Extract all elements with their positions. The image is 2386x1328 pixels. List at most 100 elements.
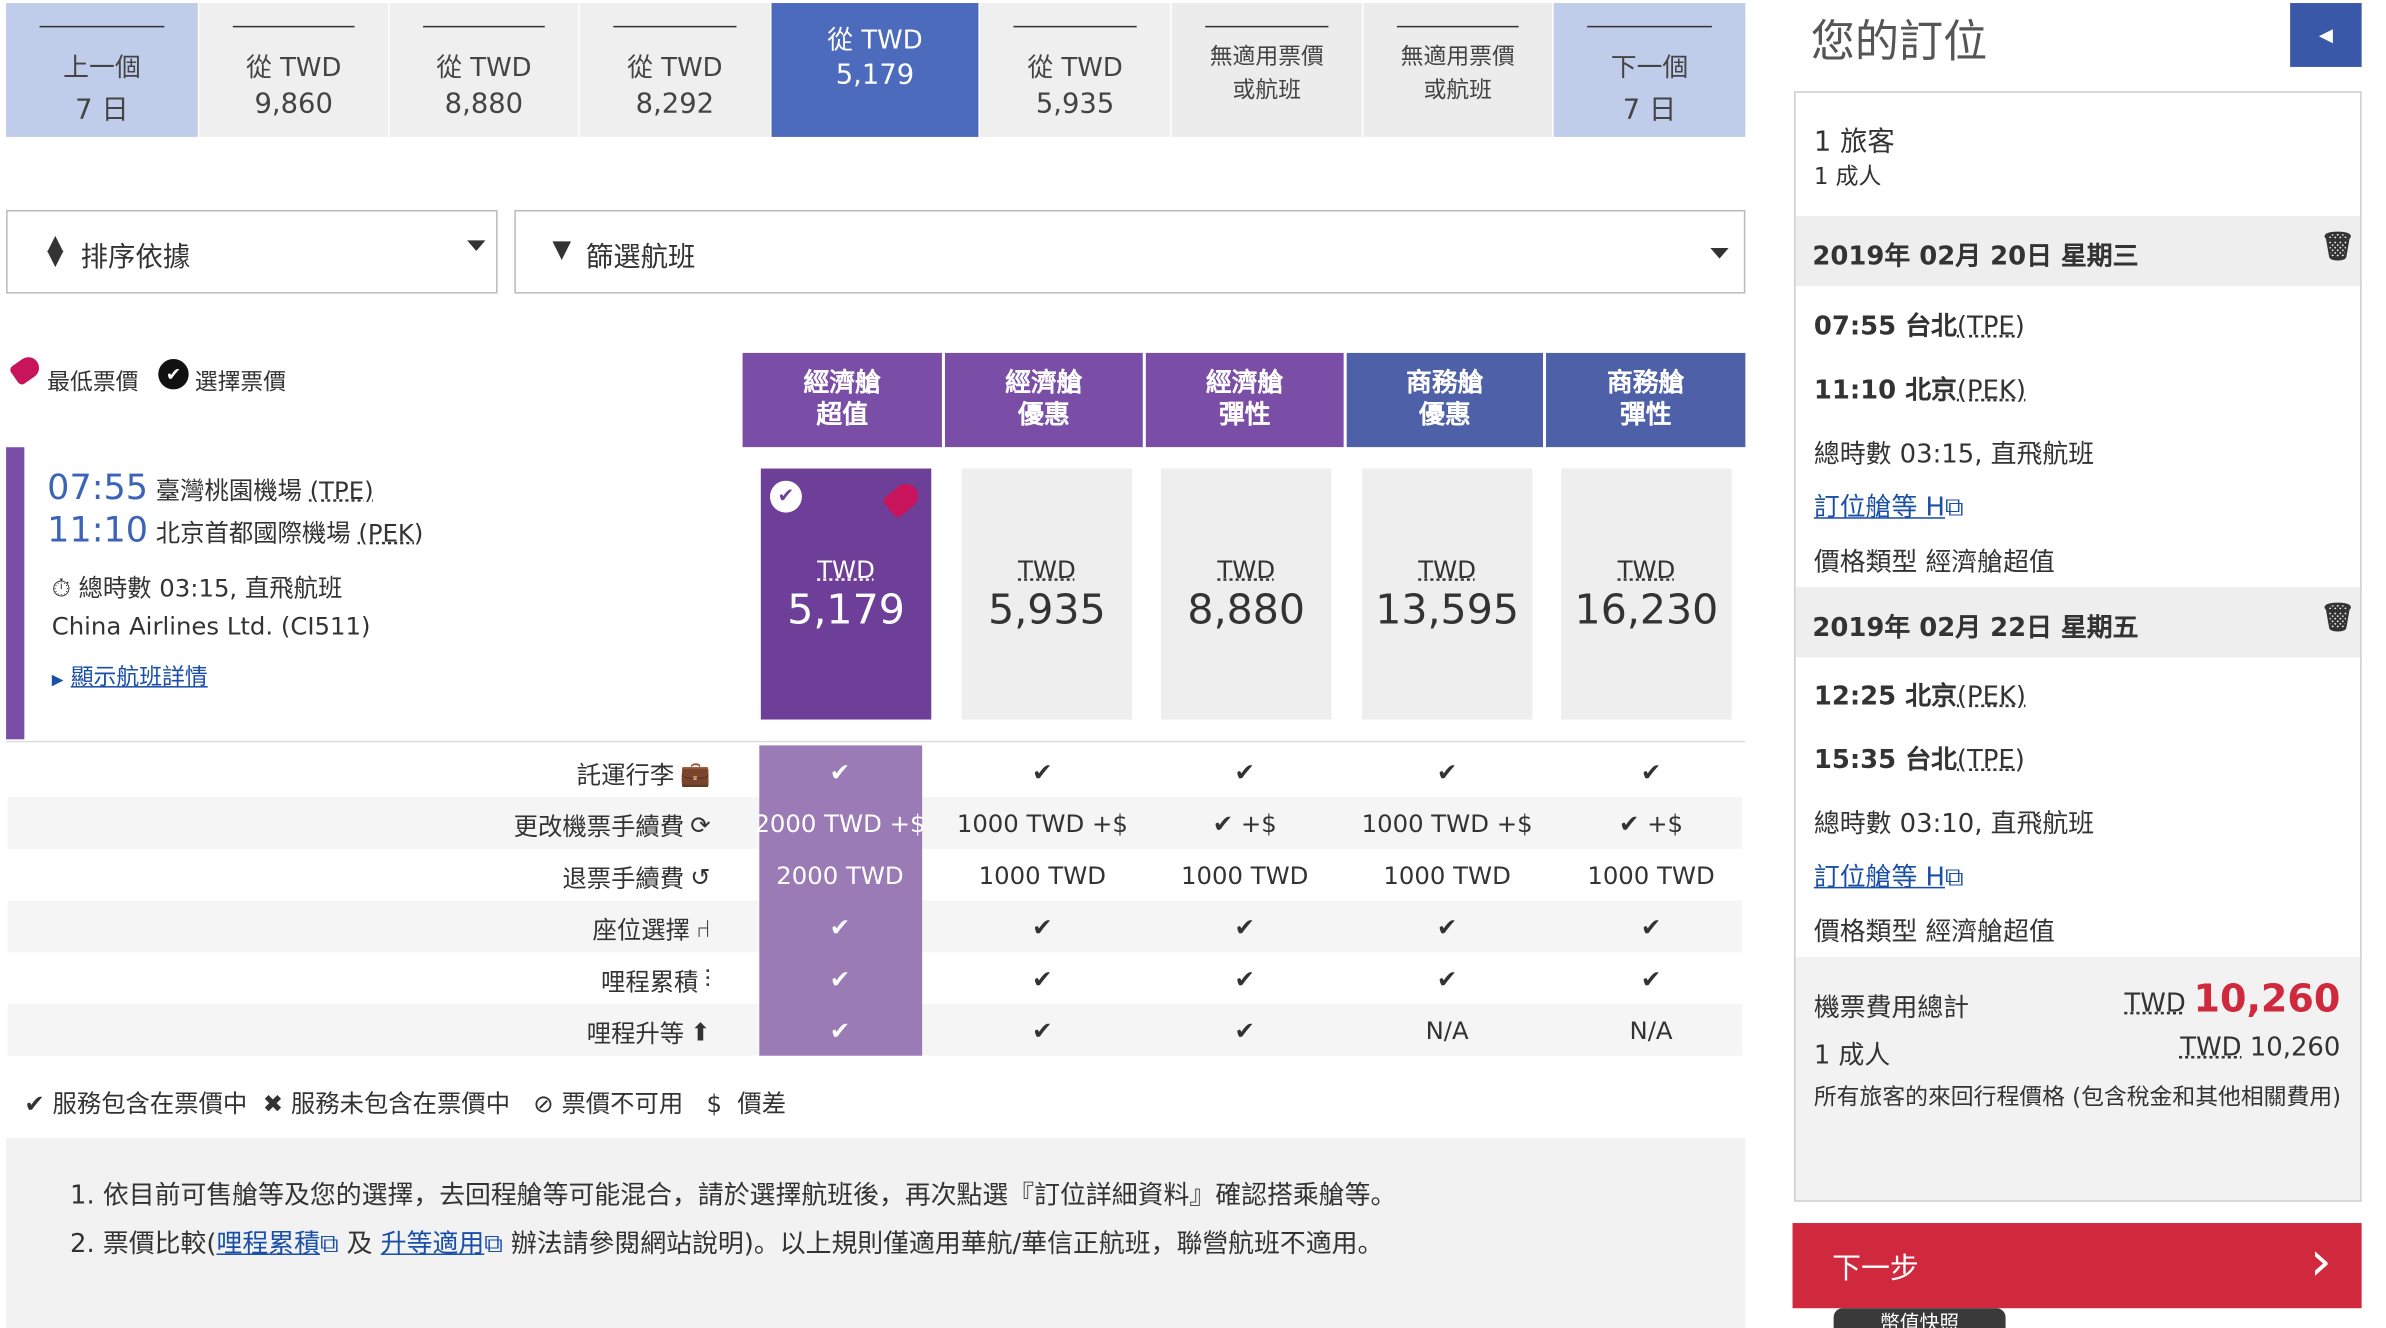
fare-header-business-flex: 商務艙 彈性 <box>1546 352 1746 448</box>
collapse-panel-button[interactable]: ◀ <box>2290 3 2362 67</box>
price-currency: TWD <box>817 555 875 585</box>
key-diff: 價差 <box>737 1089 787 1119</box>
benefit-label-text: 哩程升等 <box>586 1019 685 1049</box>
date-option-1[interactable]: 從 TWD 9,860 <box>199 3 389 137</box>
price-economy-super[interactable]: ✔ TWD 5,179 <box>760 468 932 720</box>
price-economy-flex[interactable]: TWD 8,880 <box>1161 468 1332 720</box>
benefit-label-text: 座位選擇 <box>592 915 690 945</box>
date-option-label: 從 TWD <box>245 53 342 84</box>
fare-header-business-saver: 商務艙 優惠 <box>1346 352 1543 448</box>
check-circle-icon: ✔ <box>769 480 802 513</box>
date-option-price: 8,880 <box>444 88 524 121</box>
note-2-text-a: 2. 票價比較( <box>69 1229 217 1260</box>
fare-header-line1: 經濟艙 <box>1005 368 1083 399</box>
price-business-saver[interactable]: TWD 13,595 <box>1361 468 1533 720</box>
partial-tab-label: 幣值快照 <box>1880 1312 1960 1328</box>
booking-class-link[interactable]: 訂位艙等 H <box>1814 863 1945 893</box>
upgrade-icon: ⬆ <box>690 1016 711 1046</box>
price-business-flex[interactable]: TWD 16,230 <box>1561 468 1732 720</box>
price-economy-saver[interactable]: TWD 5,935 <box>961 468 1133 720</box>
fare-header-economy-super: 經濟艙 超值 <box>742 352 942 448</box>
prev-label: 上一個 <box>63 53 141 84</box>
benefit-cell: 1000 TWD <box>1587 860 1715 890</box>
trash-icon[interactable]: 🗑 <box>2321 602 2356 634</box>
seat-icon: ⑁ <box>696 913 711 943</box>
total-note: 所有旅客的來回行程價格 (包含稅金和其他相關費用) <box>1813 1083 2342 1111</box>
segment-1-dep: 07:55 台北(TPE) <box>1814 304 2025 342</box>
refund-icon: ↺ <box>690 861 711 891</box>
price-tag-icon <box>8 353 44 387</box>
date-option-label: 無適用票價 <box>1400 42 1515 70</box>
arr-text: 11:10 北京 <box>1813 375 1957 407</box>
benefit-cell: ✔ <box>1234 912 1255 942</box>
benefit-cell: N/A <box>1425 1016 1469 1046</box>
benefit-cell: ✔ <box>829 757 851 787</box>
miles-accrual-link[interactable]: 哩程累積 <box>216 1229 319 1259</box>
benefit-cell: ✔ +$ <box>1212 809 1277 839</box>
sort-dropdown[interactable]: ▲ ▼ 排序依據 <box>6 209 498 294</box>
benefit-cell: ✔ <box>1436 912 1458 942</box>
next-step-button[interactable]: 下一步 › <box>1792 1223 2362 1309</box>
segment-2-class[interactable]: 訂位艙等 H⧉ <box>1814 855 1964 893</box>
fare-header-line1: 商務艙 <box>1406 368 1484 399</box>
date-option-selected[interactable]: 從 TWD 5,179 <box>771 3 979 137</box>
fare-header-economy-saver: 經濟艙 優惠 <box>944 352 1143 448</box>
segment-1-duration: 總時數 03:15, 直飛航班 <box>1813 439 2095 471</box>
arr-code: (PEK) <box>1956 375 2027 407</box>
filter-dropdown[interactable]: ▼ 篩選航班 <box>514 209 1746 294</box>
flight-duration: ⏱ 總時數 03:15, 直飛航班 <box>52 567 343 604</box>
chevron-right-icon: › <box>2309 1230 2332 1294</box>
external-link-icon: ⧉ <box>1944 862 1964 893</box>
date-option-2[interactable]: 從 TWD 8,880 <box>389 3 579 137</box>
upgrade-link[interactable]: 升等適用 <box>381 1229 484 1259</box>
stopwatch-icon: ⏱ <box>51 573 71 603</box>
total-amount: 10,260 <box>2193 976 2341 1021</box>
date-option-price: 5,179 <box>835 59 915 92</box>
note-2-text-c: 辦法請參閱網站說明)。以上規則僅適用華航/華信正航班，聯營航班不適用。 <box>510 1229 1384 1260</box>
next-step-label: 下一步 <box>1832 1251 1919 1286</box>
adult-price: TWD 10,260 <box>2100 1033 2340 1063</box>
benefit-label-text: 哩程累積 <box>601 967 699 997</box>
show-details-link[interactable]: 顯示航班詳情 <box>71 663 208 690</box>
prev-7-days-button[interactable]: 上一個 7 日 <box>6 3 198 137</box>
fare-header-line2: 彈性 <box>1619 400 1672 431</box>
flight-arrival: 11:10 北京首都國際機場 (PEK) <box>47 511 423 551</box>
adult-currency: TWD <box>2180 1032 2242 1064</box>
dep-text: 12:25 北京 <box>1813 681 1957 712</box>
fare-header-economy-flex: 經濟艙 彈性 <box>1145 352 1344 448</box>
benefit-label-text: 託運行李 <box>576 760 675 790</box>
benefit-cell: ✔ <box>1234 757 1255 787</box>
note-1: 1. 依目前可售艙等及您的選擇，去回程艙等可能混合，請於選擇航班後，再次點選『訂… <box>69 1180 1397 1211</box>
total-price: TWD 10,260 <box>2100 977 2340 1021</box>
price-amount: 13,595 <box>1375 587 1519 635</box>
fare-header-line2: 優惠 <box>1018 400 1070 431</box>
duration-text: 總時數 03:15, 直飛航班 <box>78 573 343 603</box>
trash-icon[interactable]: 🗑 <box>2321 231 2356 263</box>
booking-class-link[interactable]: 訂位艙等 H <box>1814 493 1945 523</box>
segment-2-fare-type: 價格類型 經濟艙超值 <box>1813 917 2055 948</box>
dep-code: (TPE) <box>309 476 374 506</box>
benefit-label-text: 退票手續費 <box>562 864 685 893</box>
date-option-6: 無適用票價 或航班 <box>1171 3 1362 137</box>
key-excluded: 服務未包含在票價中 <box>290 1089 511 1119</box>
fare-header-line2: 超值 <box>816 400 869 431</box>
date-option-3[interactable]: 從 TWD 8,292 <box>579 3 770 137</box>
partial-tab[interactable]: 幣值快照 <box>1833 1308 2006 1328</box>
selected-fare-column <box>759 745 923 1056</box>
key-unavailable: 票價不可用 <box>561 1089 684 1119</box>
benefit-cell: 1000 TWD <box>1181 860 1309 890</box>
miles-icon: ⫶ <box>704 964 711 994</box>
benefit-cell: ✔ <box>1640 757 1662 787</box>
legend-lowest: 最低票價 <box>47 368 139 396</box>
segment-1-class[interactable]: 訂位艙等 H⧉ <box>1814 485 1964 523</box>
cross-icon: ✖ <box>262 1089 284 1119</box>
dep-code: (PEK) <box>1956 681 2027 712</box>
flight-details-toggle[interactable]: ▶ 顯示航班詳情 <box>52 660 208 692</box>
dep-code: (TPE) <box>1956 311 2025 343</box>
date-option-5[interactable]: 從 TWD 5,935 <box>979 3 1171 137</box>
benefit-cell: ✔ <box>1032 1016 1053 1046</box>
date-option-price: 5,935 <box>1035 88 1115 121</box>
next-7-days-button[interactable]: 下一個 7 日 <box>1553 3 1746 137</box>
arr-time: 11:10 <box>47 511 149 551</box>
total-currency: TWD <box>2124 988 2186 1020</box>
